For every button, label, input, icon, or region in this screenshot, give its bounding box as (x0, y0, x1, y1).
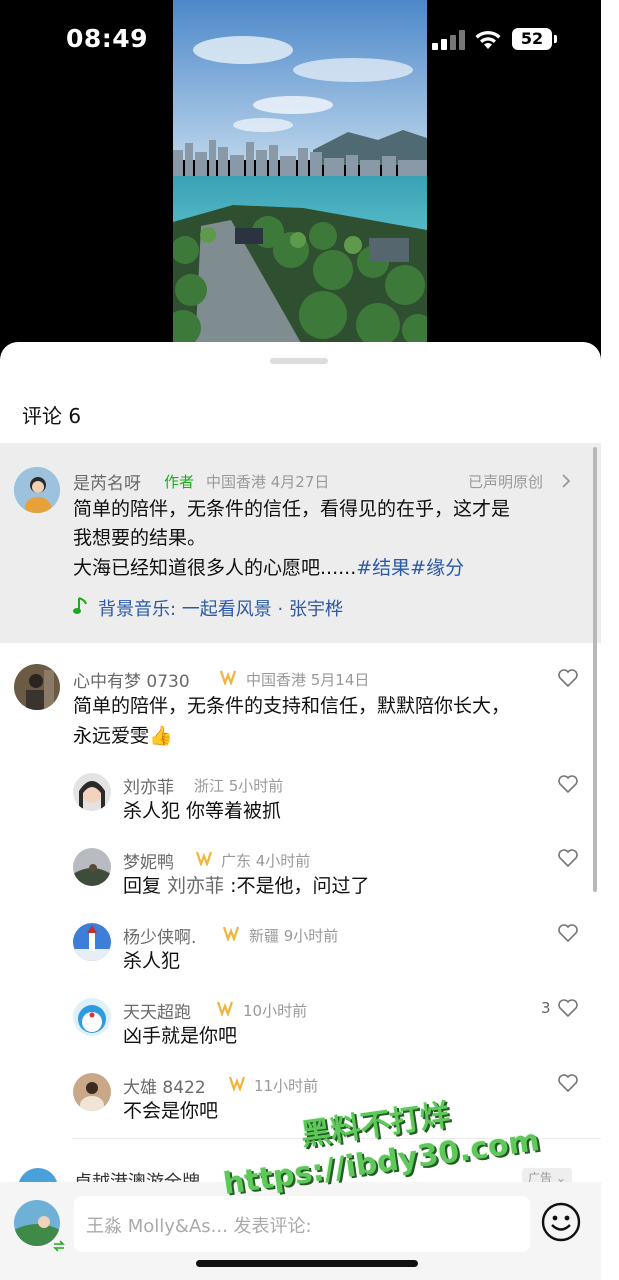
heart-icon[interactable] (557, 668, 579, 688)
status-time: 08:49 (66, 24, 149, 53)
reply-username[interactable]: 杨少侠啊. (123, 923, 196, 948)
comment-username[interactable]: 心中有梦 0730 (73, 667, 190, 692)
original-label[interactable]: 已声明原创 (468, 471, 543, 492)
music-note-icon (73, 597, 87, 614)
heart-icon[interactable] (557, 774, 579, 794)
reply-username[interactable]: 天天超跑 (123, 998, 191, 1023)
reply-text: 杀人犯 你等着被抓 (123, 800, 282, 822)
heart-icon[interactable] (557, 1073, 579, 1093)
reply-meta: 11小时前 (254, 1077, 319, 1095)
like-count: 3 (541, 999, 551, 1017)
reply-meta: 新疆 9小时前 (249, 927, 339, 945)
reply-meta: 10小时前 (243, 1002, 308, 1020)
post-text-line: 我想要的结果。 (73, 527, 207, 549)
avatar[interactable] (73, 848, 111, 886)
scrollbar[interactable] (593, 447, 597, 892)
author-post: 是芮名呀 作者 中国香港 4月27日 已声明原创 简单的陪伴，无条件的信任，看得… (0, 443, 601, 643)
gold-badge-icon (219, 670, 237, 685)
reply-text: 凶手就是你吧 (123, 1025, 238, 1047)
post-text: 大海已经知道很多人的心愿吧...... (73, 557, 357, 579)
reply-text: 不会是你吧 (123, 1100, 219, 1122)
comment-input-placeholder: 王淼 Molly&As... 发表评论: (86, 1216, 312, 1237)
gold-badge-icon (222, 926, 240, 941)
post-location-date: 中国香港 4月27日 (206, 473, 330, 491)
heart-icon[interactable] (557, 998, 579, 1018)
reply-text: 回复 刘亦菲 :不是他，问过了 (123, 871, 370, 901)
gold-badge-icon (228, 1076, 246, 1091)
avatar[interactable] (73, 923, 111, 961)
emoji-icon[interactable] (541, 1202, 581, 1242)
comments-title: 评论 6 (22, 404, 82, 428)
hashtag-link[interactable]: #结果#缘分 (356, 557, 464, 579)
battery-icon: 52 (512, 28, 552, 50)
reply-username[interactable]: 大雄 8422 (123, 1073, 206, 1098)
reply-username[interactable]: 梦妮鸭 (123, 848, 174, 873)
wifi-icon (475, 30, 501, 49)
reply-meta: 浙江 5小时前 (194, 777, 284, 795)
comment-text-line: 简单的陪伴，无条件的支持和信任，默默陪你长大， (73, 695, 511, 717)
status-bar: 08:49 52 (0, 0, 619, 80)
avatar[interactable] (73, 773, 111, 811)
reply-to-username[interactable]: 刘亦菲 (167, 875, 224, 897)
comment-input[interactable]: 王淼 Molly&As... 发表评论: (74, 1196, 530, 1252)
author-tag: 作者 (164, 473, 195, 491)
avatar[interactable] (14, 664, 60, 710)
drag-handle[interactable] (270, 358, 328, 364)
reply-body: :不是他，问过了 (224, 875, 370, 897)
author-username[interactable]: 是芮名呀 (73, 469, 141, 494)
heart-icon[interactable] (557, 848, 579, 868)
reply-text: 杀人犯 (123, 950, 181, 972)
gold-badge-icon (216, 1001, 234, 1016)
background-music-link[interactable]: 背景音乐: 一起看风景 · 张宇桦 (98, 595, 343, 621)
avatar[interactable] (73, 998, 111, 1036)
gold-badge-icon (195, 851, 213, 866)
avatar[interactable] (14, 467, 60, 513)
comment-meta: 中国香港 5月14日 (246, 671, 370, 689)
switch-account-icon[interactable] (52, 1240, 66, 1252)
post-text-line: 简单的陪伴，无条件的信任，看得见的在乎，这才是 (73, 498, 511, 520)
signal-icon (432, 30, 466, 50)
heart-icon[interactable] (557, 923, 579, 943)
reply-prefix: 回复 (123, 875, 168, 897)
comment-text-line: 永远爱雯👍 (73, 725, 173, 747)
post-text-line: 大海已经知道很多人的心愿吧......#结果#缘分 (73, 553, 464, 583)
reply-username[interactable]: 刘亦菲 (123, 773, 174, 798)
reply-meta: 广东 4小时前 (221, 852, 311, 870)
avatar[interactable] (73, 1073, 111, 1111)
chevron-right-icon[interactable] (561, 474, 571, 488)
home-indicator[interactable] (196, 1260, 418, 1267)
